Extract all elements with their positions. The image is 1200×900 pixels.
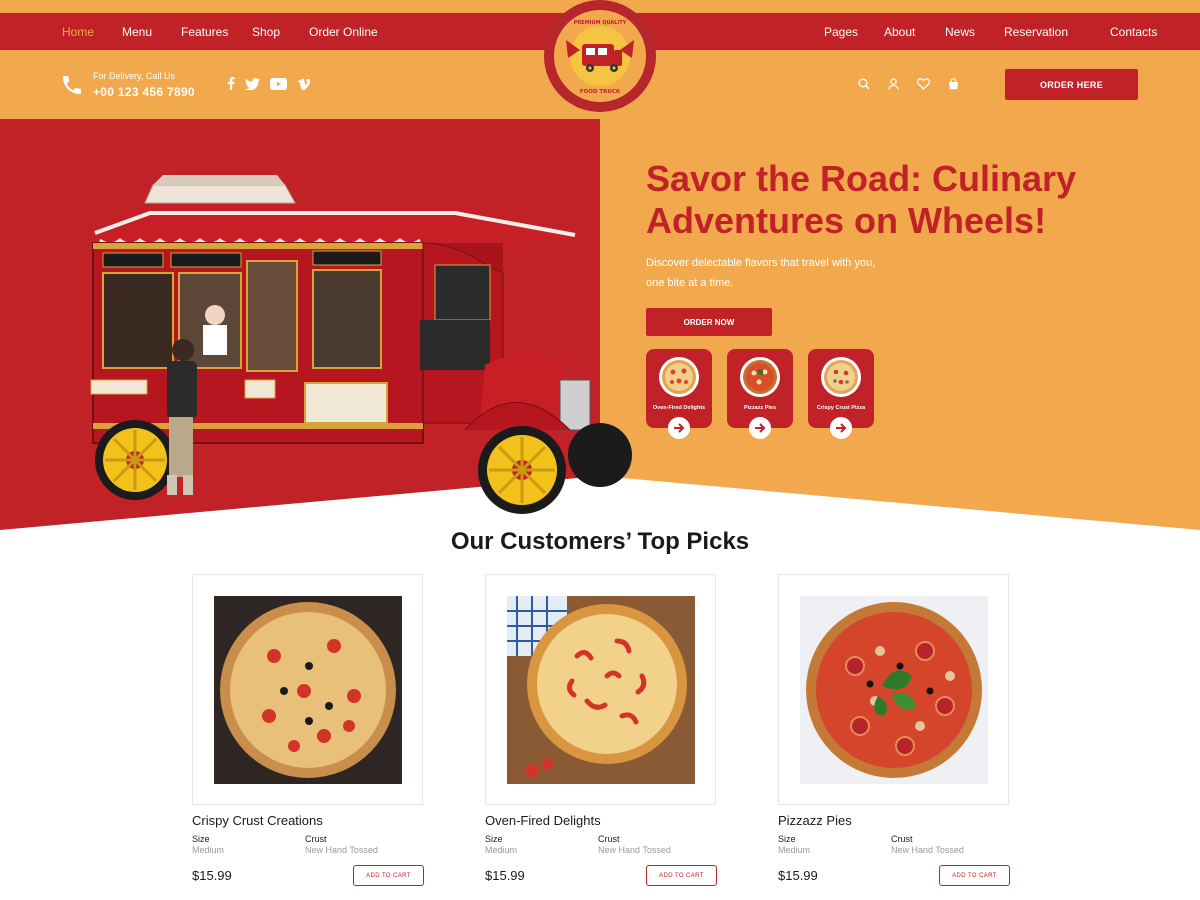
order-here-button[interactable]: ORDER HERE: [1005, 69, 1138, 100]
crust-value: New Hand Tossed: [891, 845, 964, 855]
arrow-right-icon[interactable]: [749, 417, 771, 439]
size-value: Medium: [485, 845, 518, 855]
food-truck-logo[interactable]: PREMIUM QUALITY FOOD TRUCK: [542, 0, 658, 116]
size-label: Size: [192, 834, 210, 844]
crust-label: Crust: [305, 834, 327, 844]
nav-right: Pages About News Reservation Contacts: [824, 13, 1170, 50]
cart-icon[interactable]: [948, 77, 959, 95]
product-image-frame[interactable]: [778, 574, 1009, 805]
category-cards: Oven-Fired Delights Pizzazz Pies Crispy …: [646, 349, 874, 439]
nav-item-pages[interactable]: Pages: [824, 25, 884, 39]
product-image-frame[interactable]: [485, 574, 716, 805]
nav-item-contacts[interactable]: Contacts: [1110, 25, 1170, 39]
facebook-icon[interactable]: [227, 77, 235, 95]
add-to-cart-button[interactable]: ADD TO CART: [353, 865, 424, 886]
size-label: Size: [485, 834, 503, 844]
product-specs: Size Medium Crust New Hand Tossed: [778, 834, 1010, 855]
youtube-icon[interactable]: [270, 77, 287, 95]
category-card-crispy-crust-pizza[interactable]: Crispy Crust Pizza: [808, 349, 874, 439]
nav-item-menu[interactable]: Menu: [122, 25, 181, 39]
product-image: [214, 596, 402, 784]
category-card-pizzazz-pies[interactable]: Pizzazz Pies: [727, 349, 793, 439]
hero-description: Discover delectable flavors that travel …: [646, 257, 876, 289]
crust-label: Crust: [891, 834, 913, 844]
nav-item-shop[interactable]: Shop: [252, 25, 309, 39]
nav-item-features[interactable]: Features: [181, 25, 252, 39]
arrow-right-icon[interactable]: [668, 417, 690, 439]
phone-icon: [63, 76, 81, 94]
product-image-frame[interactable]: [192, 574, 423, 805]
add-to-cart-button[interactable]: ADD TO CART: [939, 865, 1010, 886]
heart-icon[interactable]: [916, 77, 931, 95]
size-value: Medium: [192, 845, 225, 855]
product-name[interactable]: Crispy Crust Creations: [192, 813, 424, 828]
product-price: $15.99: [485, 868, 525, 883]
twitter-icon[interactable]: [245, 77, 260, 95]
vimeo-icon[interactable]: [297, 77, 311, 95]
crust-value: New Hand Tossed: [598, 845, 671, 855]
category-card-oven-fired-delights[interactable]: Oven-Fired Delights: [646, 349, 712, 439]
hero-title: Savor the Road: Culinary Adventures on W…: [646, 158, 1077, 241]
pizza-thumbnail: [740, 357, 780, 397]
nav-item-news[interactable]: News: [945, 25, 1004, 39]
delivery-label: For Delivery, Call Us: [93, 71, 175, 81]
arrow-right-icon[interactable]: [830, 417, 852, 439]
nav-item-order-online[interactable]: Order Online: [309, 25, 399, 39]
add-to-cart-button[interactable]: ADD TO CART: [646, 865, 717, 886]
delivery-phone[interactable]: +00 123 456 7890: [93, 85, 195, 99]
logo-bottom-text: FOOD TRUCK: [580, 89, 621, 95]
category-label: Pizzazz Pies: [743, 405, 777, 411]
logo-top-text: PREMIUM QUALITY: [574, 20, 627, 26]
product-name[interactable]: Pizzazz Pies: [778, 813, 1010, 828]
product-specs: Size Medium Crust New Hand Tossed: [485, 834, 717, 855]
product-image: [800, 596, 988, 784]
crust-value: New Hand Tossed: [305, 845, 378, 855]
size-value: Medium: [778, 845, 811, 855]
nav-item-home[interactable]: Home: [62, 25, 122, 39]
user-icon[interactable]: [888, 77, 899, 95]
pizza-thumbnail: [659, 357, 699, 397]
product-card: Pizzazz Pies Size Medium Crust New Hand To…: [778, 574, 1010, 886]
top-picks-title: Our Customers’ Top Picks: [450, 528, 750, 555]
nav-item-reservation[interactable]: Reservation: [1004, 25, 1110, 39]
social-links: [227, 77, 311, 95]
nav-left: Home Menu Features Shop Order Online: [62, 13, 399, 50]
category-label: Oven-Fired Delights: [652, 405, 706, 411]
order-now-button[interactable]: ORDER NOW: [646, 308, 772, 336]
product-card: Oven-Fired Delights Size Medium Crust New …: [485, 574, 717, 886]
product-image: [507, 596, 695, 784]
size-label: Size: [778, 834, 796, 844]
nav-item-about[interactable]: About: [884, 25, 945, 39]
pizza-thumbnail: [821, 357, 861, 397]
product-specs: Size Medium Crust New Hand Tossed: [192, 834, 424, 855]
food-truck-illustration: [85, 175, 632, 514]
category-label: Crispy Crust Pizza: [816, 405, 866, 411]
product-name[interactable]: Oven-Fired Delights: [485, 813, 717, 828]
product-price: $15.99: [778, 868, 818, 883]
crust-label: Crust: [598, 834, 620, 844]
search-icon[interactable]: [858, 77, 870, 95]
product-card: Crispy Crust Creations Size Medium Crust N…: [192, 574, 424, 886]
product-price: $15.99: [192, 868, 232, 883]
header-tools: [858, 77, 959, 95]
